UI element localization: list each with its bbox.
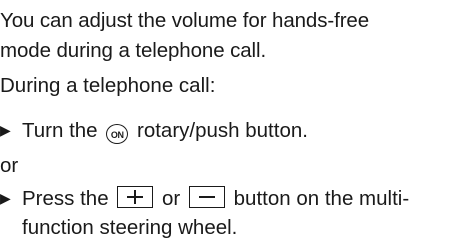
step2-text-middle: or xyxy=(162,187,181,210)
step-press-buttons: ▶ Press the or button on the multi- xyxy=(0,183,409,214)
bullet-arrow-icon: ▶ xyxy=(0,122,11,138)
step2-continuation: function steering wheel. xyxy=(22,216,238,239)
during-call-heading: During a telephone call: xyxy=(0,74,216,97)
bullet-arrow-icon: ▶ xyxy=(0,190,11,206)
step1-text-after: rotary/push button. xyxy=(137,119,308,142)
intro-paragraph: You can adjust the volume for hands-free… xyxy=(0,6,450,66)
intro-line-2: mode during a telephone call. xyxy=(0,39,267,62)
minus-key-icon xyxy=(188,186,225,208)
or-separator: or xyxy=(0,154,19,177)
step2-text-after: button on the multi- xyxy=(233,187,410,210)
document-page: You can adjust the volume for hands-free… xyxy=(0,0,463,242)
plus-key-icon xyxy=(117,186,154,208)
intro-line-1: You can adjust the volume for hands-free xyxy=(0,9,370,32)
step-turn-rotary: ▶ Turn the ON rotary/push button. xyxy=(0,115,308,146)
on-rotary-push-icon: ON xyxy=(106,124,129,144)
step2-text-before: Press the xyxy=(22,187,109,210)
step1-text-before: Turn the xyxy=(22,119,98,142)
